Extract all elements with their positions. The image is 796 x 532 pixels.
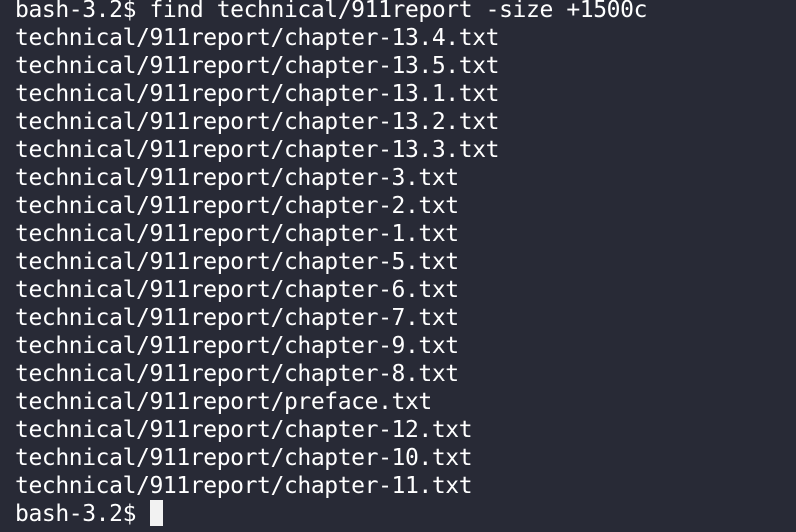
shell-prompt: bash-3.2$ (15, 501, 150, 527)
output-line: technical/911report/chapter-8.txt (15, 361, 459, 387)
output-line: technical/911report/chapter-12.txt (15, 417, 473, 443)
output-line: technical/911report/chapter-13.3.txt (15, 137, 500, 163)
output-line: technical/911report/preface.txt (15, 389, 432, 415)
output-line: technical/911report/chapter-11.txt (15, 473, 473, 499)
prompt-line[interactable]: bash-3.2$ (15, 500, 796, 528)
output-line: technical/911report/chapter-13.5.txt (15, 53, 500, 79)
output-line: technical/911report/chapter-5.txt (15, 249, 459, 275)
output-line: technical/911report/chapter-3.txt (15, 165, 459, 191)
text-cursor (150, 500, 164, 526)
output-line: technical/911report/chapter-9.txt (15, 333, 459, 359)
output-line: technical/911report/chapter-7.txt (15, 305, 459, 331)
output-line: technical/911report/chapter-13.1.txt (15, 81, 500, 107)
output-line: technical/911report/chapter-13.4.txt (15, 25, 500, 51)
output-line: technical/911report/chapter-2.txt (15, 193, 459, 219)
output-line: technical/911report/chapter-10.txt (15, 445, 473, 471)
terminal-window[interactable]: bash-3.2$ find technical/911report -size… (0, 0, 796, 532)
output-line: technical/911report/chapter-13.2.txt (15, 109, 500, 135)
output-line: technical/911report/chapter-6.txt (15, 277, 459, 303)
output-line: technical/911report/chapter-1.txt (15, 221, 459, 247)
command-line: bash-3.2$ find technical/911report -size… (15, 0, 648, 23)
